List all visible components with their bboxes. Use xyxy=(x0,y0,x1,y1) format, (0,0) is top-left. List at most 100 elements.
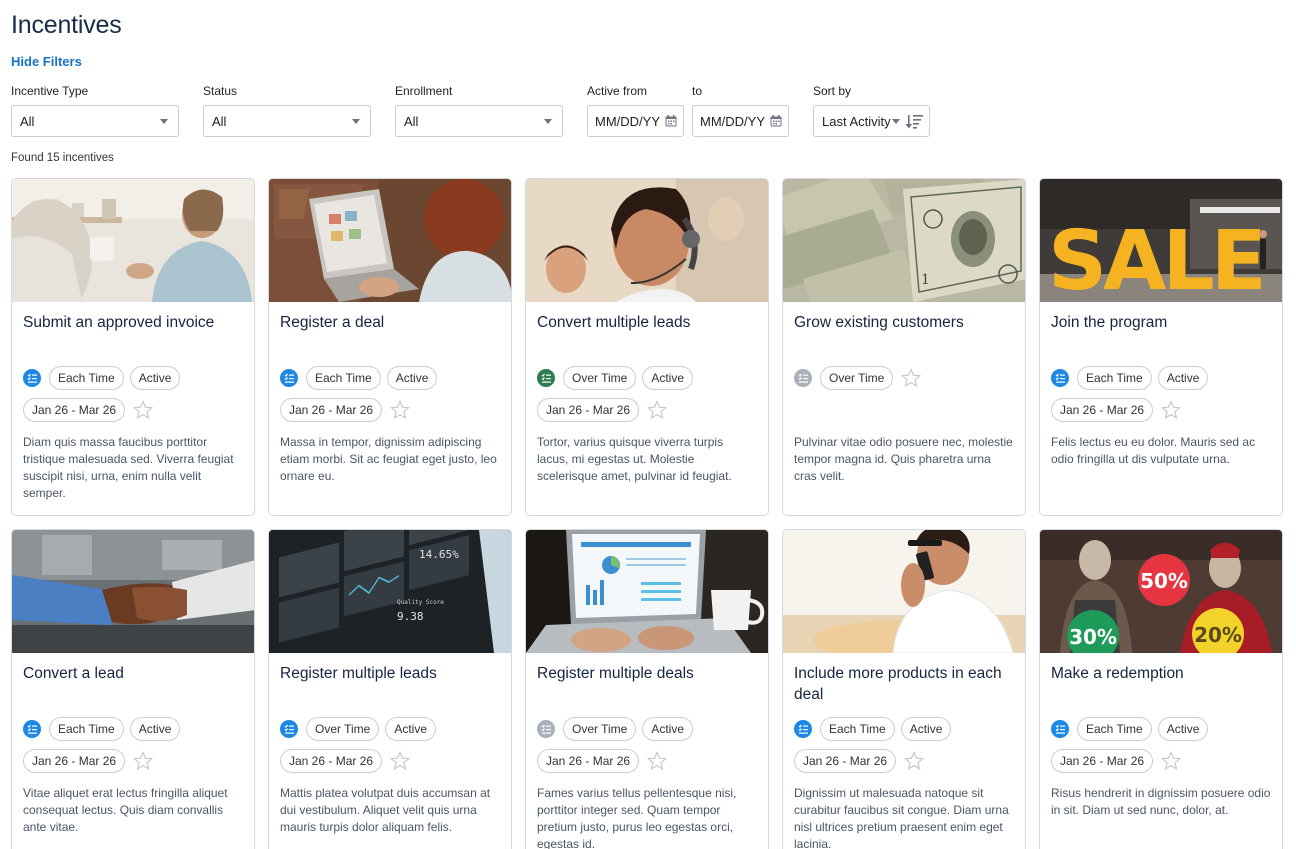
card-dates-row: Jan 26 - Mar 26 xyxy=(1040,398,1282,422)
card-dates-row: Jan 26 - Mar 26 xyxy=(269,749,511,773)
card-image-phone-call xyxy=(783,530,1025,653)
date-range-chip: Jan 26 - Mar 26 xyxy=(23,749,126,773)
card-dates-row: Jan 26 - Mar 26 xyxy=(526,749,768,773)
svg-text:1: 1 xyxy=(921,272,930,288)
card-title[interactable]: Submit an approved invoice xyxy=(12,302,254,366)
card-image-handshake xyxy=(12,530,254,653)
favorite-star-icon[interactable] xyxy=(390,751,411,771)
incentive-card[interactable]: SALE Join the program Each Time Active J… xyxy=(1039,178,1283,516)
card-title[interactable]: Grow existing customers xyxy=(783,302,1025,366)
card-title[interactable]: Convert multiple leads xyxy=(526,302,768,366)
card-tags: Over Time Active xyxy=(269,717,511,741)
checklist-icon xyxy=(794,369,812,387)
period-chip: Each Time xyxy=(49,366,124,390)
filter-enrollment: Enrollment All xyxy=(395,83,563,137)
card-title[interactable]: Register multiple leads xyxy=(269,653,511,717)
status-chip: Active xyxy=(642,366,694,390)
card-image-invoice xyxy=(12,179,254,302)
card-dates-row: Jan 26 - Mar 26 xyxy=(1040,749,1282,773)
favorite-star-icon[interactable] xyxy=(133,400,154,420)
filter-to: to MM/DD/YY xyxy=(692,83,789,137)
card-tags: Over Time Active xyxy=(526,717,768,741)
select-value: All xyxy=(404,114,419,129)
incentive-card[interactable]: 14.65% Quality Score 9.38 Register multi… xyxy=(268,529,512,849)
checklist-icon xyxy=(280,369,298,387)
discount-50-label: 50% xyxy=(1140,569,1188,593)
calendar-icon[interactable] xyxy=(665,115,677,127)
calendar-icon[interactable] xyxy=(770,115,782,127)
card-image-laptop xyxy=(269,179,511,302)
to-date-input[interactable]: MM/DD/YY xyxy=(692,105,789,137)
incentive-card[interactable]: Convert multiple leads Over Time Active … xyxy=(525,178,769,516)
active-from-input[interactable]: MM/DD/YY xyxy=(587,105,684,137)
card-description: Pulvinar vitae odio posuere nec, molesti… xyxy=(794,435,1013,483)
checklist-icon xyxy=(537,369,555,387)
sale-sign-text: SALE xyxy=(1048,214,1263,302)
checklist-icon xyxy=(23,369,41,387)
card-title[interactable]: Make a redemption xyxy=(1040,653,1282,717)
status-chip: Active xyxy=(385,717,437,741)
incentive-card[interactable]: Register a deal Each Time Active Jan 26 … xyxy=(268,178,512,516)
sort-direction-icon[interactable] xyxy=(905,114,923,129)
card-title[interactable]: Convert a lead xyxy=(12,653,254,717)
favorite-star-icon[interactable] xyxy=(390,400,411,420)
hide-filters-link[interactable]: Hide Filters xyxy=(11,54,82,69)
incentive-card[interactable]: 50% 30% 20% Make a redemption Each Time … xyxy=(1039,529,1283,849)
card-description: Felis lectus eu eu dolor. Mauris sed ac … xyxy=(1051,435,1256,466)
checklist-icon xyxy=(537,720,555,738)
status-chip: Active xyxy=(900,717,952,741)
card-image-sale: SALE xyxy=(1040,179,1282,302)
date-range-chip: Jan 26 - Mar 26 xyxy=(794,749,897,773)
incentive-card[interactable]: Include more products in each deal Each … xyxy=(782,529,1026,849)
card-tags: Each Time Active xyxy=(269,366,511,390)
period-chip: Each Time xyxy=(306,366,381,390)
incentive-type-select[interactable]: All xyxy=(11,105,179,137)
favorite-star-icon[interactable] xyxy=(901,368,922,388)
filter-label: Incentive Type xyxy=(11,84,89,98)
card-dates-row: Jan 26 - Mar 26 xyxy=(12,398,254,422)
incentive-card[interactable]: Register multiple deals Over Time Active… xyxy=(525,529,769,849)
filter-incentive-type: Incentive Type All xyxy=(11,83,179,137)
filter-label: to xyxy=(692,84,703,98)
card-tags: Over Time xyxy=(783,366,1025,390)
filter-sort-by: Sort by Last Activity xyxy=(813,83,930,137)
discount-20-label: 20% xyxy=(1194,623,1242,647)
status-chip: Active xyxy=(129,366,181,390)
incentive-card[interactable]: 1 Grow existing customers Over Time Pulv… xyxy=(782,178,1026,516)
incentive-card[interactable]: Convert a lead Each Time Active Jan 26 -… xyxy=(11,529,255,849)
card-description: Dignissim ut malesuada natoque sit curab… xyxy=(794,786,1009,849)
status-chip: Active xyxy=(129,717,181,741)
card-title[interactable]: Register multiple deals xyxy=(526,653,768,717)
filter-label: Status xyxy=(203,84,238,98)
favorite-star-icon[interactable] xyxy=(133,751,154,771)
card-dates-row: Jan 26 - Mar 26 xyxy=(269,398,511,422)
page-title: Incentives xyxy=(11,11,122,39)
select-value: All xyxy=(20,114,35,129)
filter-label: Active from xyxy=(587,84,648,98)
sort-by-select[interactable]: Last Activity xyxy=(813,105,930,137)
card-image-discount-mannequins: 50% 30% 20% xyxy=(1040,530,1282,653)
favorite-star-icon[interactable] xyxy=(647,751,668,771)
favorite-star-icon[interactable] xyxy=(647,400,668,420)
card-title[interactable]: Register a deal xyxy=(269,302,511,366)
incentive-card[interactable]: Submit an approved invoice Each Time Act… xyxy=(11,178,255,516)
card-title[interactable]: Include more products in each deal xyxy=(783,653,1025,717)
card-description: Tortor, varius quisque viverra turpis la… xyxy=(537,435,732,483)
chevron-down-icon xyxy=(544,119,552,124)
period-chip: Each Time xyxy=(1077,717,1152,741)
card-title[interactable]: Join the program xyxy=(1040,302,1282,366)
date-range-chip: Jan 26 - Mar 26 xyxy=(537,749,640,773)
status-select[interactable]: All xyxy=(203,105,371,137)
select-value: Last Activity xyxy=(822,114,891,129)
status-chip: Active xyxy=(386,366,438,390)
card-image-laptop-analytics xyxy=(526,530,768,653)
select-value: All xyxy=(212,114,227,129)
enrollment-select[interactable]: All xyxy=(395,105,563,137)
card-image-money: 1 xyxy=(783,179,1025,302)
discount-30-label: 30% xyxy=(1069,625,1117,649)
chevron-down-icon xyxy=(160,119,168,124)
favorite-star-icon[interactable] xyxy=(1161,400,1182,420)
favorite-star-icon[interactable] xyxy=(1161,751,1182,771)
card-description: Risus hendrerit in dignissim posuere odi… xyxy=(1051,786,1271,817)
favorite-star-icon[interactable] xyxy=(904,751,925,771)
